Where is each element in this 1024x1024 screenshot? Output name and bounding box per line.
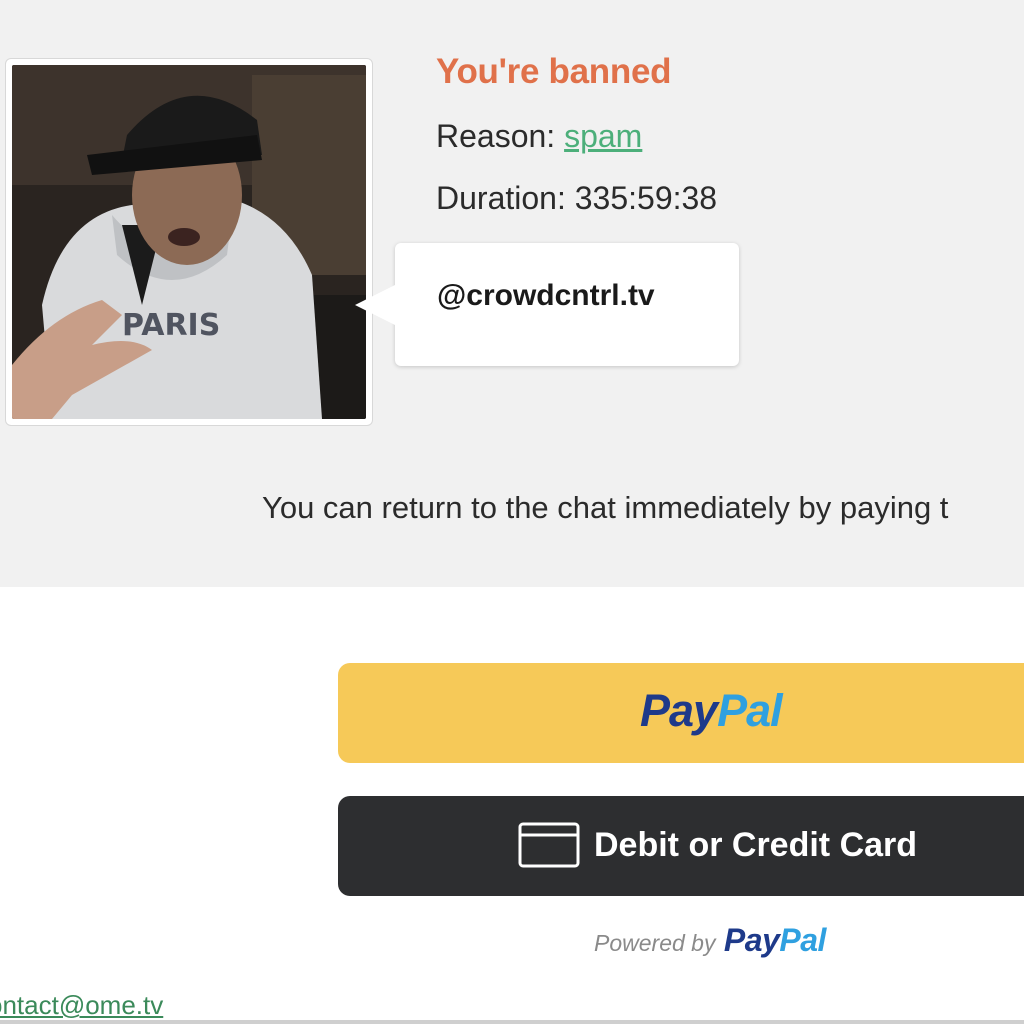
paypal-button[interactable]: PayPal	[338, 663, 1024, 763]
user-snapshot-frame: PARIS	[5, 58, 373, 426]
reason-label: Reason:	[436, 118, 556, 154]
duration-value: 335:59:38	[574, 180, 718, 216]
credit-card-icon	[518, 822, 580, 868]
powered-logo-pal: Pal	[779, 922, 826, 958]
ban-duration: Duration: 335:59:38	[436, 180, 717, 217]
ban-page: PARIS You're banned Reason: spam Duratio…	[0, 0, 1024, 1024]
svg-text:PARIS: PARIS	[122, 308, 220, 343]
debit-credit-card-button[interactable]: Debit or Credit Card	[338, 796, 1024, 896]
handle-text: @crowdcntrl.tv	[437, 279, 655, 312]
handle-speech-bubble: @crowdcntrl.tv	[355, 243, 739, 366]
paypal-logo-pay: Pay	[640, 685, 718, 736]
paypal-logo: PayPal	[640, 685, 783, 737]
powered-by-paypal: Powered by PayPal	[594, 922, 826, 959]
contact-email-link[interactable]: ontact@ome.tv	[0, 990, 163, 1021]
bottom-divider	[0, 1020, 1024, 1024]
powered-logo-pay: Pay	[723, 922, 780, 958]
powered-by-paypal-logo: PayPal	[724, 922, 826, 958]
card-button-label: Debit or Credit Card	[594, 826, 918, 864]
powered-by-text: Powered by	[594, 930, 716, 956]
duration-label: Duration:	[436, 180, 566, 216]
user-snapshot-image: PARIS	[12, 65, 366, 419]
ban-panel: PARIS You're banned Reason: spam Duratio…	[0, 0, 1024, 587]
reason-link[interactable]: spam	[564, 118, 642, 154]
ban-reason: Reason: spam	[436, 118, 642, 155]
return-message: You can return to the chat immediately b…	[262, 490, 949, 525]
paypal-logo-pal: Pal	[717, 685, 783, 736]
ban-title: You're banned	[436, 52, 672, 91]
